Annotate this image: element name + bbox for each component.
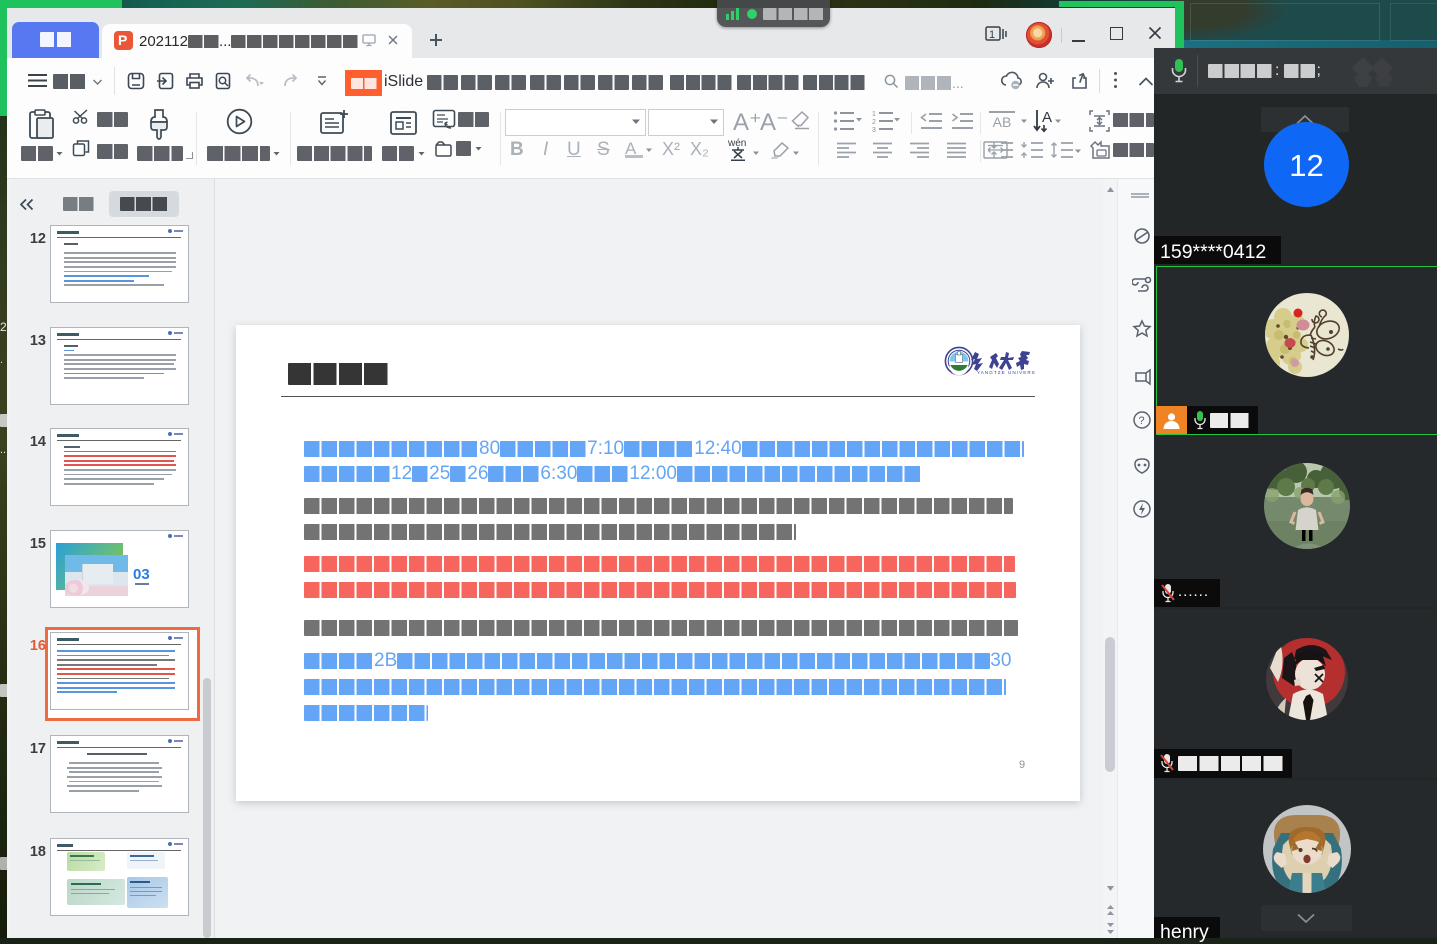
svg-text:1: 1: [989, 29, 995, 41]
svg-text:3: 3: [872, 127, 876, 132]
svg-text:1: 1: [872, 111, 876, 118]
svg-text:2: 2: [872, 119, 876, 126]
svg-text:A: A: [1042, 109, 1052, 126]
svg-text:?: ?: [1139, 415, 1145, 427]
svg-text:YANGTZE UNIVERSITY: YANGTZE UNIVERSITY: [977, 370, 1036, 375]
